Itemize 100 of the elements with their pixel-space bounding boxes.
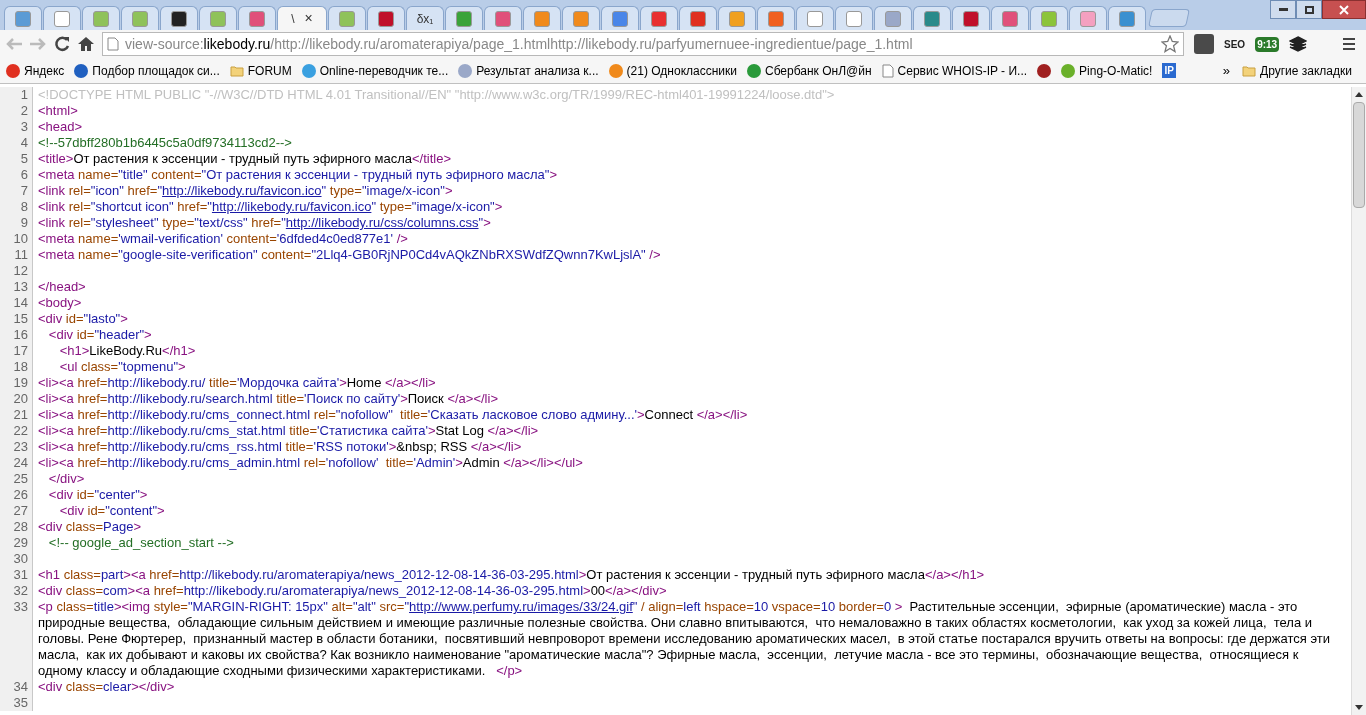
- scrollbar-thumb[interactable]: [1353, 102, 1365, 208]
- bookmark-item[interactable]: FORUM: [229, 61, 292, 80]
- folder-icon: [1242, 64, 1257, 77]
- tab-title: \: [291, 10, 295, 28]
- line-number: 29: [0, 535, 33, 551]
- line-number: 16: [0, 327, 33, 343]
- attribute-value: ": [157, 183, 163, 198]
- bookmark-item[interactable]: Online-переводчик те...: [301, 61, 449, 80]
- scrollbar[interactable]: [1351, 87, 1366, 715]
- bookmark-item[interactable]: Ping-O-Matic!: [1061, 61, 1153, 80]
- attribute-value: http://likebody.ru/: [107, 375, 206, 390]
- line-number: 8: [0, 199, 33, 215]
- bookmark-item[interactable]: Яндекс: [6, 61, 65, 80]
- tag-text: <meta: [38, 247, 75, 262]
- line-number: 14: [0, 295, 33, 311]
- more-bookmarks-button[interactable]: »: [1222, 60, 1231, 81]
- tag-text: <link: [38, 215, 66, 230]
- attribute-name: id=: [86, 503, 106, 518]
- attribute-value: "От растения к эссенции - трудный путь эфирного масла": [201, 167, 550, 182]
- attribute-name: href=: [126, 183, 158, 198]
- close-button[interactable]: [1322, 0, 1366, 19]
- source-text: LikeBody.Ru: [89, 343, 163, 358]
- clock-extension-button[interactable]: 9:13: [1255, 36, 1280, 52]
- home-icon[interactable]: [76, 35, 96, 53]
- attribute-value: "content": [105, 503, 158, 518]
- bookmark-favicon-icon[interactable]: [1037, 63, 1052, 78]
- source-link[interactable]: http://likebody.ru/css/columns.css: [285, 215, 479, 230]
- tag-text: <div: [47, 487, 74, 502]
- close-icon[interactable]: [1339, 4, 1349, 15]
- back-icon[interactable]: [4, 36, 24, 52]
- attribute-value: ": [321, 183, 327, 198]
- bookmark-item[interactable]: Сбербанк ОнЛ@йн: [746, 61, 872, 80]
- tab-close-button[interactable]: ×: [304, 8, 313, 29]
- attribute-name: content=: [150, 167, 202, 182]
- tag-text: <li><a: [38, 439, 74, 454]
- tag-text: <div: [38, 311, 63, 326]
- attribute-value: "stylesheet": [90, 215, 159, 230]
- source-link[interactable]: http://likebody.ru/favicon.ico: [162, 183, 322, 198]
- tag-text: </a></li></ul>: [503, 455, 583, 470]
- address-bar[interactable]: view-source:likebody.ru/http://likebody.ru/aromaterapiya/page_1.htmlhttp://likebody.ru/parfyumernuee-ingredientue/page_1.html: [102, 32, 1184, 56]
- attribute-value: "nofollow": [335, 407, 393, 422]
- line-number: 27: [0, 503, 33, 519]
- line-number: 6: [0, 167, 33, 183]
- line-number: 3: [0, 119, 33, 135]
- line-number: 2: [0, 103, 33, 119]
- attribute-name: title=: [284, 439, 314, 454]
- tag-text: <head>: [38, 119, 83, 134]
- attribute-value: 'Поиск по сайту': [304, 391, 401, 406]
- line-number: 23: [0, 439, 33, 455]
- other-bookmarks-button[interactable]: Другие закладки: [1242, 61, 1352, 80]
- bookmark-badge[interactable]: IP: [1162, 63, 1176, 78]
- source-text: От растения к эссенции - трудный путь эфирного масла: [73, 151, 413, 166]
- tag-text: </a></div>: [605, 583, 667, 598]
- attribute-value: "header": [94, 327, 145, 342]
- reload-icon[interactable]: [52, 35, 72, 53]
- minimize-button[interactable]: [1270, 0, 1296, 19]
- source-link[interactable]: http://www.perfumy.ru/images/33/24.gif: [409, 599, 633, 614]
- tag-text: />: [648, 247, 661, 262]
- tag-text: <body>: [38, 295, 82, 310]
- tag-text: <li><a: [38, 407, 74, 422]
- layers-icon[interactable]: [1289, 36, 1308, 52]
- tag-text: >: [549, 167, 557, 182]
- attribute-value: ": [281, 215, 286, 230]
- page-icon: [881, 63, 894, 78]
- new-tab-button[interactable]: [1148, 9, 1190, 27]
- seo-extension-button[interactable]: SEO: [1224, 36, 1246, 52]
- attribute-value: http://likebody.ru/search.html: [107, 391, 273, 406]
- attribute-name: title=: [288, 423, 318, 438]
- restore-button[interactable]: [1296, 0, 1322, 19]
- extension-icon[interactable]: [1194, 34, 1214, 54]
- line-number: 32: [0, 583, 33, 599]
- tag-text: <html>: [38, 103, 78, 118]
- line-number: 12: [0, 263, 33, 279]
- bookmark-item[interactable]: Подбор площадок си...: [74, 61, 220, 80]
- bookmark-item[interactable]: Сервис WHOIS-IP - И...: [881, 61, 1028, 80]
- source-link[interactable]: http://likebody.ru/favicon.ico: [211, 199, 372, 214]
- bookmark-star-icon[interactable]: [1161, 35, 1179, 53]
- bookmark-item[interactable]: Результат анализа к...: [458, 61, 599, 80]
- attribute-name: href=: [148, 567, 180, 582]
- url-text: view-source:likebody.ru/http://likebody.ru/aromaterapiya/page_1.htmlhttp://likebody.ru/parfyumernuee-ingredientue/page_1.html: [125, 34, 914, 54]
- attribute-name: class=: [80, 359, 119, 374]
- menu-icon[interactable]: [1342, 37, 1356, 51]
- bookmark-item[interactable]: (21) Одноклассники: [608, 61, 737, 80]
- attribute-value: part: [100, 567, 124, 582]
- attribute-value: http://likebody.ru/cms_connect.html: [107, 407, 311, 422]
- tag-text: <h1>: [58, 343, 90, 358]
- attribute-name: href=: [76, 375, 108, 390]
- doctype-text: <!DOCTYPE HTML PUBLIC "-//W3C//DTD HTML 4.01 Transitional//EN" "http://www.w3c.org/TR/1999/REC-html401-19991224/loose.dtd">: [38, 87, 835, 102]
- attribute-value: ": [478, 215, 484, 230]
- browser-tab[interactable]: δx₁: [406, 6, 444, 30]
- attribute-value: "text/css": [194, 215, 248, 230]
- source-text: Home: [346, 375, 383, 390]
- tag-text: <li><a: [38, 391, 74, 406]
- browser-tab[interactable]: [160, 6, 198, 30]
- line-number: 19: [0, 375, 33, 391]
- line-number: 25: [0, 471, 33, 487]
- tag-text: <li><a: [38, 423, 74, 438]
- attribute-name: href=: [76, 391, 108, 406]
- browser-tab[interactable]: \ ×: [277, 6, 327, 30]
- line-number: 34: [0, 679, 33, 695]
